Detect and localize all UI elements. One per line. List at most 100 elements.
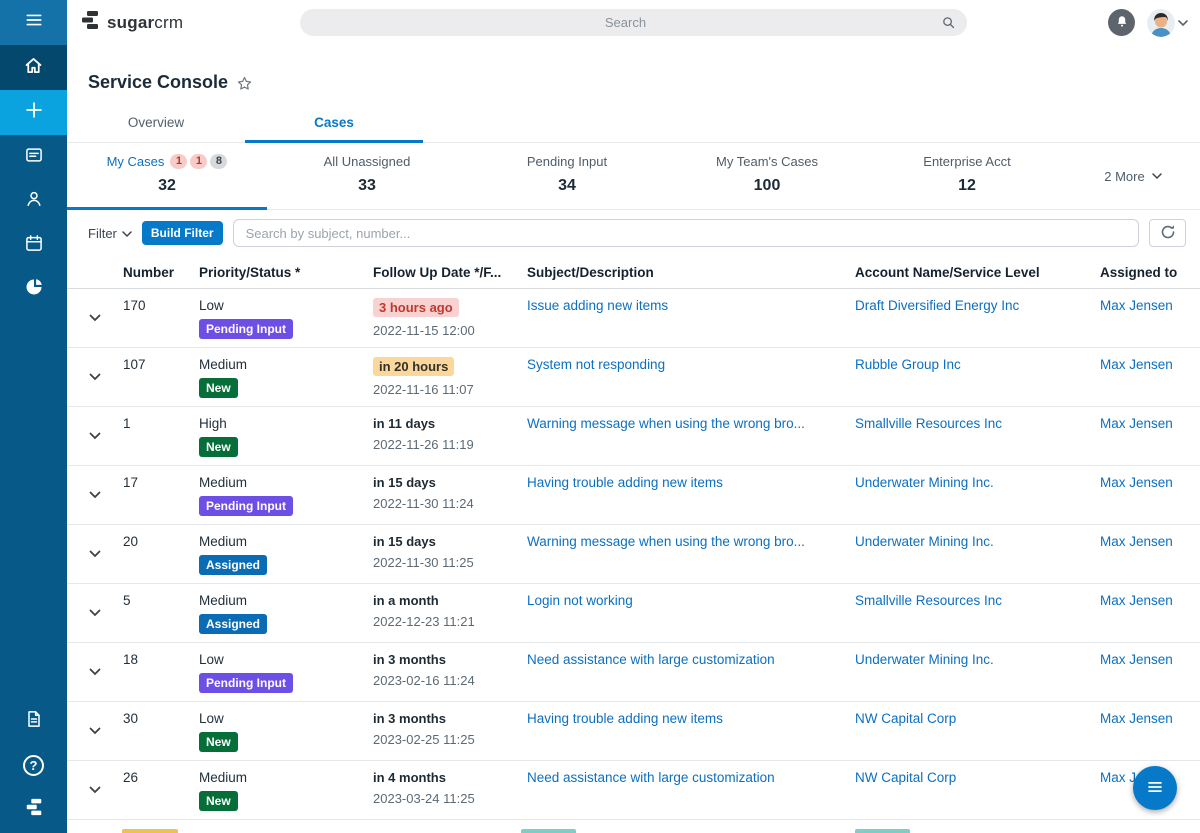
col-number[interactable]: Number (123, 265, 199, 280)
hamburger-menu-icon (1146, 778, 1164, 799)
global-search-input[interactable] (314, 15, 937, 30)
assigned-user-link[interactable]: Max Jensen (1100, 298, 1173, 313)
tab-overview[interactable]: Overview (67, 103, 245, 142)
case-subject-link[interactable]: Issue adding new items (527, 298, 668, 313)
page-header: Service Console (67, 45, 1200, 103)
case-queue-tab[interactable]: All Unassigned 33 (267, 143, 467, 209)
queue-count-badge: 1 (190, 154, 207, 169)
case-queue-tab[interactable]: 2 More (1067, 143, 1199, 209)
chevron-down-icon (1178, 14, 1188, 32)
queue-tab-count: 34 (467, 177, 667, 195)
row-expand-chevron[interactable] (85, 782, 105, 798)
col-followup-date[interactable]: Follow Up Date */F... (373, 265, 527, 280)
quick-actions-fab[interactable] (1133, 766, 1177, 810)
search-icon[interactable] (941, 15, 956, 30)
sidebar-modules (0, 135, 67, 311)
assigned-user-link[interactable]: Max Jensen (1100, 711, 1173, 726)
sidebar-item-notes[interactable] (0, 699, 67, 743)
case-priority: Low (199, 652, 373, 667)
sidebar-item-sugar[interactable] (0, 787, 67, 831)
queue-tab-badges: 118 (170, 154, 227, 169)
layers-stack-icon (24, 797, 44, 822)
case-queue-tab[interactable]: My Cases 118 32 (67, 143, 267, 209)
assigned-user-link[interactable]: Max Jensen (1100, 357, 1173, 372)
page-title: Service Console (88, 72, 228, 93)
case-subject-link[interactable]: Warning message when using the wrong bro… (527, 534, 805, 549)
case-queue-tab[interactable]: Pending Input 34 (467, 143, 667, 209)
case-subject-link[interactable]: Having trouble adding new items (527, 475, 723, 490)
filter-dropdown[interactable]: Filter (88, 226, 132, 241)
status-badge: New (199, 791, 238, 811)
account-link[interactable]: Smallville Resources Inc (855, 593, 1002, 608)
account-link[interactable]: Underwater Mining Inc. (855, 652, 994, 667)
sidebar-item-reports[interactable] (0, 267, 67, 311)
status-badge: New (199, 378, 238, 398)
case-queue-tab[interactable]: My Team's Cases 100 (667, 143, 867, 209)
assigned-user-link[interactable]: Max Jensen (1100, 416, 1173, 431)
col-subject-description[interactable]: Subject/Description (527, 265, 855, 280)
table-row: 30 Low New in 3 months 2023-02-25 11:25 … (67, 702, 1200, 761)
case-priority: High (199, 416, 373, 431)
status-badge: Pending Input (199, 319, 293, 339)
status-badge: New (199, 437, 238, 457)
status-badge: Assigned (199, 555, 267, 575)
row-expand-chevron[interactable] (85, 605, 105, 621)
col-priority-status[interactable]: Priority/Status * (199, 265, 373, 280)
user-menu[interactable] (1147, 9, 1188, 37)
assigned-user-link[interactable]: Max Jensen (1100, 534, 1173, 549)
tab-cases[interactable]: Cases (245, 103, 423, 142)
sidebar-item-help[interactable]: ? (0, 743, 67, 787)
case-subject-link[interactable]: Login not working (527, 593, 633, 608)
followup-relative: in 4 months (373, 770, 446, 785)
account-link[interactable]: Rubble Group Inc (855, 357, 961, 372)
account-link[interactable]: Underwater Mining Inc. (855, 534, 994, 549)
sidebar-menu-button[interactable] (0, 0, 67, 45)
row-expand-chevron[interactable] (85, 723, 105, 739)
avatar (1147, 9, 1175, 37)
favorite-star-icon[interactable] (236, 75, 253, 92)
col-assigned-to[interactable]: Assigned to (1100, 265, 1200, 280)
person-icon (24, 189, 44, 214)
account-link[interactable]: Smallville Resources Inc (855, 416, 1002, 431)
pie-chart-icon (24, 277, 44, 302)
sidebar-add-button[interactable] (0, 90, 67, 135)
sidebar-bottom-group: ? (0, 699, 67, 833)
sidebar-item-cards[interactable] (0, 135, 67, 179)
assigned-user-link[interactable]: Max Jensen (1100, 593, 1173, 608)
case-priority: Medium (199, 770, 373, 785)
assigned-user-link[interactable]: Max Jensen (1100, 475, 1173, 490)
build-filter-button[interactable]: Build Filter (142, 221, 223, 245)
sidebar-item-home[interactable] (0, 45, 67, 90)
notifications-button[interactable] (1108, 9, 1135, 36)
logo-text: sugarcrm (107, 13, 183, 33)
sidebar-item-calendar[interactable] (0, 223, 67, 267)
followup-relative: in 20 hours (373, 357, 454, 376)
sidebar-item-contacts[interactable] (0, 179, 67, 223)
case-subject-link[interactable]: Need assistance with large customization (527, 770, 775, 785)
row-expand-chevron[interactable] (85, 487, 105, 503)
case-queue-tab[interactable]: Enterprise Acct 12 (867, 143, 1067, 209)
followup-datetime: 2023-02-16 11:24 (373, 673, 527, 688)
account-link[interactable]: NW Capital Corp (855, 711, 956, 726)
sugarcrm-logo[interactable]: sugarcrm (79, 9, 183, 36)
case-priority: Medium (199, 534, 373, 549)
status-badge: Assigned (199, 614, 267, 634)
row-expand-chevron[interactable] (85, 310, 105, 326)
case-subject-link[interactable]: Having trouble adding new items (527, 711, 723, 726)
account-link[interactable]: Draft Diversified Energy Inc (855, 298, 1019, 313)
table-row: 17 Medium Pending Input in 15 days 2022-… (67, 466, 1200, 525)
row-expand-chevron[interactable] (85, 428, 105, 444)
case-subject-link[interactable]: Warning message when using the wrong bro… (527, 416, 805, 431)
case-search-input[interactable] (233, 219, 1139, 247)
account-link[interactable]: Underwater Mining Inc. (855, 475, 994, 490)
account-link[interactable]: NW Capital Corp (855, 770, 956, 785)
row-expand-chevron[interactable] (85, 664, 105, 680)
case-subject-link[interactable]: System not responding (527, 357, 665, 372)
case-subject-link[interactable]: Need assistance with large customization (527, 652, 775, 667)
refresh-button[interactable] (1149, 219, 1186, 247)
col-account-service-level[interactable]: Account Name/Service Level (855, 265, 1100, 280)
row-expand-chevron[interactable] (85, 369, 105, 385)
followup-datetime: 2022-11-26 11:19 (373, 437, 527, 452)
assigned-user-link[interactable]: Max Jensen (1100, 652, 1173, 667)
row-expand-chevron[interactable] (85, 546, 105, 562)
